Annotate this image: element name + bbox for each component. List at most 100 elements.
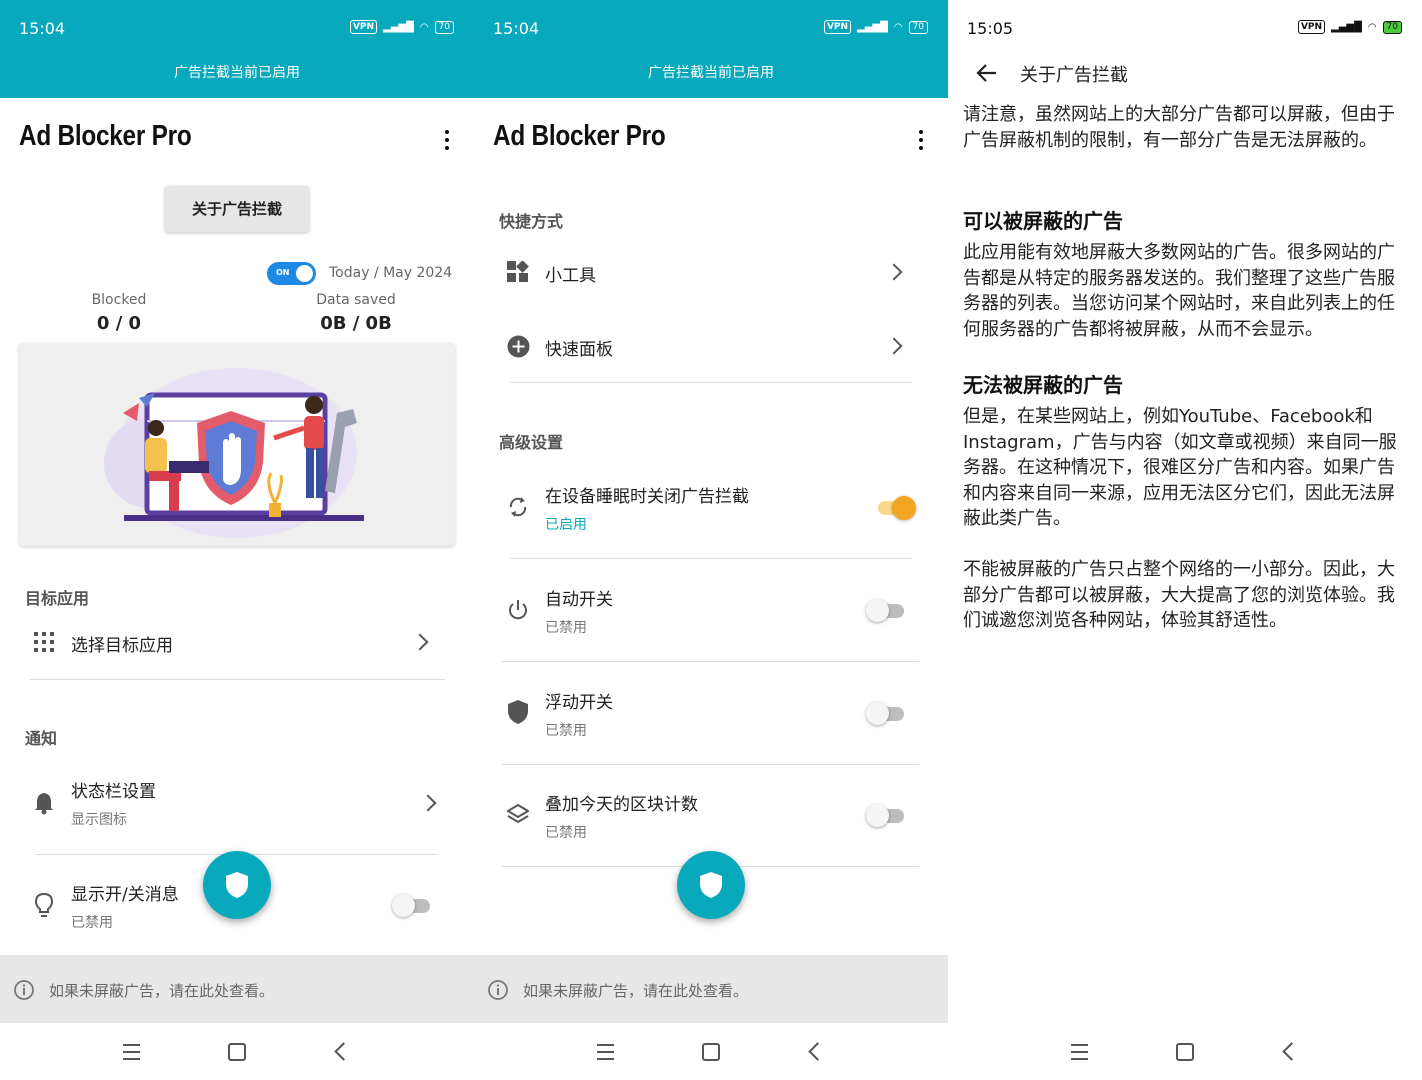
blocked-value: 0 / 0: [96, 313, 142, 334]
shield-fab-button[interactable]: [677, 851, 745, 919]
help-info-bar[interactable]: 如果未屏蔽广告，请在此处查看。: [0, 955, 474, 1023]
status-icons: VPN ▂▄▆█ ◠ 70: [823, 20, 928, 34]
unblockable-ads-heading: 无法被屏蔽的广告: [963, 373, 1123, 397]
vpn-icon: VPN: [349, 20, 378, 34]
grid-apps-icon: [34, 632, 54, 652]
section-target-apps: 目标应用: [25, 589, 90, 608]
floating-switch-title: 浮动开关: [545, 693, 613, 713]
shield-icon: [226, 872, 248, 898]
chevron-right-icon: [411, 633, 429, 651]
auto-switch-title: 自动开关: [545, 590, 613, 610]
help-info-bar[interactable]: 如果未屏蔽广告，请在此处查看。: [474, 955, 948, 1023]
back-arrow-icon[interactable]: [976, 62, 998, 84]
overflow-menu-icon[interactable]: [440, 128, 454, 152]
sync-icon: [509, 497, 527, 517]
data-saved-label: Data saved: [316, 292, 396, 308]
date-range-selector[interactable]: Today / May 2024: [329, 265, 452, 281]
floating-switch-toggle[interactable]: [866, 701, 906, 725]
home-icon[interactable]: [1176, 1043, 1194, 1061]
help-info-text: 如果未屏蔽广告，请在此处查看。: [49, 982, 275, 1000]
chevron-right-icon: [885, 337, 903, 355]
status-time: 15:05: [967, 19, 1014, 38]
sleep-disable-switch[interactable]: [876, 495, 916, 520]
signal-icon: ▂▄▆█: [857, 21, 888, 33]
main-screen: 15:04 VPN ▂▄▆█ ◠ 70 广告拦截当前已启用 Ad Blocker…: [0, 0, 474, 1080]
vpn-icon: VPN: [1297, 20, 1326, 34]
wifi-icon: ◠: [893, 21, 903, 33]
show-onoff-message-subtitle: 已禁用: [71, 915, 113, 931]
ad-blocking-illustration: [104, 368, 364, 538]
show-onoff-message-switch[interactable]: [392, 893, 432, 917]
shield-icon: [508, 700, 528, 724]
shield-icon: [700, 872, 722, 898]
status-icons: VPN ▂▄▆█ ◠ 70: [349, 20, 454, 34]
section-shortcuts: 快捷方式: [499, 212, 564, 231]
status-icons: VPN ▂▄▆█ ◠ 70: [1297, 20, 1402, 34]
divider: [502, 764, 919, 765]
blockable-ads-heading: 可以被屏蔽的广告: [963, 209, 1123, 233]
sleep-disable-title: 在设备睡眠时关闭广告拦截: [545, 487, 749, 507]
lightbulb-icon: [34, 892, 54, 917]
overlay-count-title: 叠加今天的区块计数: [545, 795, 698, 815]
blocked-label: Blocked: [91, 292, 147, 308]
vpn-icon: VPN: [823, 20, 852, 34]
overlay-count-status: 已禁用: [545, 825, 587, 841]
auto-switch-status: 已禁用: [545, 620, 587, 636]
shield-fab-button[interactable]: [203, 851, 271, 919]
quick-panel-label: 快速面板: [545, 340, 613, 360]
battery-icon: 70: [1382, 20, 1402, 34]
stats-toggle[interactable]: ON: [267, 262, 316, 285]
about-screen: 15:05 VPN ▂▄▆█ ◠ 70 关于广告拦截 请注意，虽然网站上的大部分…: [948, 0, 1422, 1080]
blockable-ads-text: 此应用能有效地屏蔽大多数网站的广告。很多网站的广告都是从特定的服务器发送的。我们…: [963, 242, 1395, 340]
top-banner-area: 15:04 VPN ▂▄▆█ ◠ 70 广告拦截当前已启用: [0, 0, 474, 98]
app-title: Ad Blocker Pro: [19, 120, 192, 152]
chevron-right-icon: [419, 794, 437, 812]
bell-icon: [35, 793, 53, 815]
signal-icon: ▂▄▆█: [383, 21, 414, 33]
ad-block-status-banner: 广告拦截当前已启用: [648, 65, 774, 81]
back-nav-icon[interactable]: [808, 1042, 827, 1061]
status-bar: 15:04 VPN ▂▄▆█ ◠ 70: [474, 0, 948, 58]
battery-icon: 70: [434, 20, 454, 34]
divider: [30, 679, 445, 680]
status-time: 15:04: [19, 19, 66, 38]
data-saved-value: 0B / 0B: [320, 313, 392, 334]
recents-menu-icon[interactable]: [123, 1044, 140, 1065]
system-nav-bar: [474, 1023, 948, 1080]
auto-switch-toggle[interactable]: [866, 598, 906, 622]
layers-icon: [507, 803, 529, 824]
sleep-disable-status: 已启用: [545, 517, 587, 533]
divider: [502, 661, 919, 662]
ad-block-status-banner: 广告拦截当前已启用: [174, 65, 300, 81]
about-intro: 请注意，虽然网站上的大部分广告都可以屏蔽，但由于广告屏蔽机制的限制，有一部分广告…: [963, 104, 1395, 151]
widgets-icon: [507, 261, 529, 282]
overflow-menu-icon[interactable]: [914, 128, 928, 152]
app-title: Ad Blocker Pro: [493, 120, 666, 152]
recents-menu-icon[interactable]: [597, 1044, 614, 1065]
divider: [510, 382, 912, 383]
unblockable-ads-text: 但是，在某些网站上，例如YouTube、Facebook和Instagram，广…: [963, 406, 1397, 529]
floating-switch-status: 已禁用: [545, 723, 587, 739]
wifi-icon: ◠: [419, 21, 429, 33]
overlay-count-toggle[interactable]: [866, 803, 906, 827]
about-ad-blocking-button[interactable]: 关于广告拦截: [165, 186, 309, 232]
illustration-card: [19, 343, 455, 546]
back-nav-icon[interactable]: [334, 1042, 353, 1061]
section-notifications: 通知: [25, 729, 58, 748]
system-nav-bar: [0, 1023, 474, 1080]
help-info-text: 如果未屏蔽广告，请在此处查看。: [523, 982, 749, 1000]
status-time: 15:04: [493, 19, 540, 38]
back-nav-icon[interactable]: [1282, 1042, 1301, 1061]
home-icon[interactable]: [702, 1043, 720, 1061]
recents-menu-icon[interactable]: [1071, 1044, 1088, 1065]
power-icon: [509, 600, 527, 620]
chevron-right-icon: [885, 263, 903, 281]
home-icon[interactable]: [228, 1043, 246, 1061]
statusbar-settings-subtitle: 显示图标: [71, 812, 127, 828]
statusbar-settings-title: 状态栏设置: [71, 782, 156, 802]
info-icon: [14, 980, 34, 1000]
top-banner-area: 15:04 VPN ▂▄▆█ ◠ 70 广告拦截当前已启用: [474, 0, 948, 98]
widget-label: 小工具: [545, 266, 596, 286]
about-title: 关于广告拦截: [1020, 65, 1128, 86]
wifi-icon: ◠: [1367, 21, 1377, 33]
